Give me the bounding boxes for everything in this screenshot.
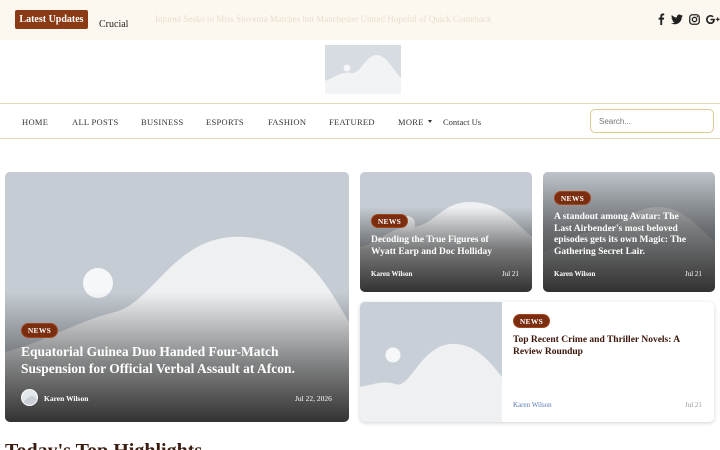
- search-input[interactable]: [590, 109, 714, 133]
- post-date: Jul 21: [685, 270, 702, 278]
- category-badge[interactable]: NEWS: [371, 214, 408, 228]
- featured-card-4[interactable]: NEWS Top Recent Crime and Thriller Novel…: [360, 302, 714, 422]
- nav-item-contact-us[interactable]: Contact Us: [443, 117, 481, 127]
- category-badge[interactable]: NEWS: [21, 323, 58, 338]
- site-logo[interactable]: [325, 45, 401, 94]
- card-title-line: Wyatt Earp and Doc Holliday: [371, 246, 493, 257]
- social-links: [657, 11, 720, 27]
- author-name[interactable]: Karen Wilson: [44, 394, 88, 403]
- post-date: Jul 21: [685, 401, 702, 409]
- card-title-line: Suspension for Official Verbal Assault a…: [21, 360, 295, 376]
- card-title-line: Review Roundup: [513, 346, 583, 357]
- placeholder-image-icon: [360, 302, 502, 422]
- featured-card-3[interactable]: NEWS A standout among Avatar: The Last A…: [543, 172, 715, 292]
- nav-item-home[interactable]: HOME: [22, 117, 48, 127]
- news-ticker[interactable]: Injured Sesko to Miss Slovenia Matches b…: [155, 14, 491, 24]
- card-title-line: Top Recent Crime and Thriller Novels: A: [513, 335, 681, 345]
- category-badge[interactable]: NEWS: [513, 314, 550, 328]
- post-date: Jul 22, 2026: [295, 394, 332, 403]
- card-title-line: Equatorial Guinea Duo Handed Four-Match: [21, 344, 279, 359]
- section-heading: Today's Top Highlights: [5, 440, 202, 450]
- card-title[interactable]: Top Recent Crime and Thriller Novels: A …: [513, 335, 708, 359]
- author-name[interactable]: Karen Wilson: [371, 270, 412, 278]
- card-title[interactable]: A standout among Avatar: The Last Airben…: [554, 212, 712, 258]
- crucial-label: Crucial: [99, 19, 129, 30]
- featured-card-main[interactable]: NEWS Equatorial Guinea Duo Handed Four-M…: [5, 172, 349, 422]
- card-title-line: Last Airbender's most beloved: [554, 223, 678, 234]
- latest-updates-button[interactable]: Latest Updates: [15, 10, 88, 29]
- card-title-line: Decoding the True Figures of: [371, 235, 489, 245]
- card-title-line: episodes gets its own Magic: The: [554, 235, 687, 246]
- nav-item-all-posts[interactable]: ALL POSTS: [72, 117, 119, 127]
- nav-item-business[interactable]: BUSINESS: [141, 117, 184, 127]
- nav-item-esports[interactable]: ESPORTS: [206, 117, 244, 127]
- google-plus-icon[interactable]: [706, 14, 720, 25]
- category-badge[interactable]: NEWS: [554, 191, 591, 205]
- card-title-line: Gathering Secret Lair.: [554, 246, 646, 257]
- nav-item-more[interactable]: MORE: [398, 117, 432, 127]
- nav-more-label: MORE: [398, 117, 424, 127]
- featured-card-2[interactable]: NEWS Decoding the True Figures of Wyatt …: [360, 172, 532, 292]
- twitter-icon[interactable]: [671, 14, 683, 25]
- nav-item-fashion[interactable]: FASHION: [268, 117, 306, 127]
- author-name[interactable]: Karen Wilson: [513, 401, 552, 409]
- avatar[interactable]: [21, 389, 38, 406]
- card-thumbnail[interactable]: [360, 302, 502, 422]
- nav-item-featured[interactable]: FEATURED: [329, 117, 375, 127]
- card-title-line: A standout among Avatar: The: [554, 212, 679, 222]
- chevron-down-icon: [427, 120, 432, 123]
- facebook-icon[interactable]: [657, 13, 665, 25]
- logo-image-icon: [325, 45, 401, 94]
- card-title[interactable]: Decoding the True Figures of Wyatt Earp …: [371, 235, 526, 259]
- instagram-icon[interactable]: [689, 13, 700, 25]
- main-nav: HOME ALL POSTS BUSINESS ESPORTS FASHION …: [0, 103, 720, 139]
- post-date: Jul 21: [502, 270, 519, 278]
- top-bar: Latest Updates Crucial --- Injured Sesko…: [0, 0, 720, 40]
- card-title[interactable]: Equatorial Guinea Duo Handed Four-Match …: [21, 344, 341, 378]
- author-name[interactable]: Karen Wilson: [554, 270, 595, 278]
- crucial-sub-label: ---: [99, 33, 104, 36]
